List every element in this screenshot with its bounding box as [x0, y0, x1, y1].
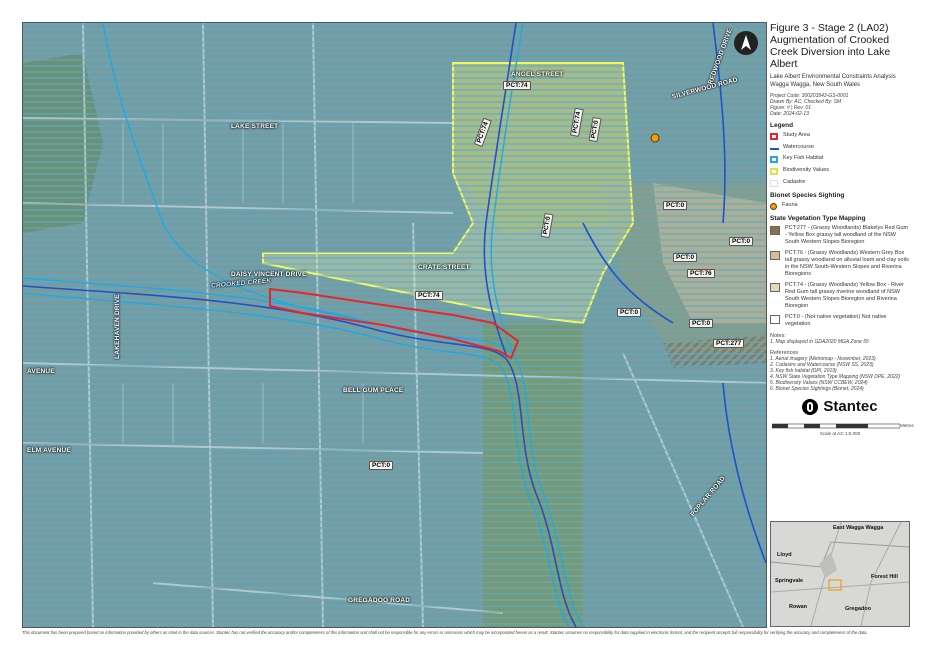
key-fish-habitat-overlay	[23, 23, 766, 627]
inset-place-label: Gregadoo	[845, 606, 871, 612]
scale-units: Metres	[900, 423, 914, 428]
legend-heading: Legend	[770, 122, 794, 129]
pct-label: PCT:74	[415, 291, 443, 300]
pct-label: PCT:0	[673, 253, 698, 262]
pct-label: PCT:277	[713, 339, 745, 348]
bionet-heading: Bionet Species Sighting	[770, 192, 845, 199]
legend-item-cadastre: Cadastre	[770, 179, 910, 187]
street-label: ELM AVENUE	[27, 447, 71, 454]
disclaimer-text: This document has been prepared based on…	[22, 630, 868, 635]
legend-item-study-area: Study Area	[770, 132, 910, 140]
pct-76-swatch	[770, 251, 780, 260]
scale-bar: Metres Scale at A3: 1:5,000	[770, 420, 914, 438]
company-logo: Stantec	[770, 398, 910, 415]
pct-label: PCT:0	[729, 237, 754, 246]
pct-label: PCT:0	[617, 308, 642, 317]
north-arrow-icon	[734, 31, 758, 55]
inset-place-label: Lloyd	[777, 552, 792, 558]
legend-item-pct-76: PCT:76 - (Grassy Woodlands) Western Grey…	[770, 250, 910, 278]
scale-bar-graphic	[772, 423, 900, 429]
legend-item-fauna: Fauna	[770, 202, 910, 210]
street-label: ANGEL STREET	[511, 71, 564, 78]
reference-item: 6. Bionet Species Sightings (Bionet, 202…	[770, 386, 864, 392]
inset-map[interactable]: East Wagga Wagga Lloyd Springvale Forest…	[770, 521, 910, 627]
pct-label: PCT:74	[503, 81, 531, 90]
legend-item-key-fish-habitat: Key Fish Habitat	[770, 155, 910, 163]
street-label: LAKE STREET	[231, 123, 279, 130]
fauna-swatch	[770, 203, 777, 210]
legend-item-watercourse: Watercourse	[770, 144, 910, 151]
key-fish-habitat-swatch	[770, 156, 778, 163]
project-name: Lake Albert Environmental Constraints An…	[770, 74, 896, 80]
pct-label: PCT:0	[369, 461, 394, 470]
note-item: 1. Map displayed in GDA2020 MGA Zone 55	[770, 339, 869, 345]
street-label: LAKEHAVEN DRIVE	[113, 294, 121, 359]
inset-place-label: East Wagga Wagga	[833, 525, 884, 531]
legend-item-biodiversity-values: Biodiversity Values	[770, 167, 910, 175]
figure-date: Date: 2024-02-13	[770, 111, 809, 117]
pct-label: PCT:0	[689, 319, 714, 328]
fauna-sighting-marker[interactable]	[650, 133, 660, 143]
inset-place-label: Forest Hill	[871, 574, 898, 580]
project-location: Wagga Wagga, New South Wales	[770, 81, 861, 88]
inset-place-label: Springvale	[775, 578, 804, 584]
pct-label: PCT:76	[687, 269, 715, 278]
pct-0-swatch	[770, 315, 780, 324]
logo-text: Stantec	[823, 398, 878, 415]
stantec-logo-icon	[802, 398, 819, 415]
map-frame[interactable]: ANGEL STREET SILVERWOOD ROAD LAKE STREET…	[22, 22, 767, 628]
street-label: AVENUE	[27, 368, 55, 375]
watercourse-swatch	[770, 148, 779, 150]
pct-277-swatch	[770, 226, 780, 235]
legend-item-pct-277: PCT:277 - (Grassy Woodlands) Blakelys Re…	[770, 225, 910, 246]
pct-label: PCT:0	[663, 201, 688, 210]
cadastre-swatch	[770, 180, 778, 187]
map-canvas[interactable]	[23, 23, 766, 627]
svtm-heading: State Vegetation Type Mapping	[770, 215, 866, 222]
figure-title: Figure 3 - Stage 2 (LA02) Augmentation o…	[770, 22, 891, 70]
study-area-swatch	[770, 133, 778, 140]
legend-item-pct-74: PCT:74 - (Grassy Woodlands) Yellow Box -…	[770, 282, 910, 310]
scale-caption: Scale at A3: 1:5,000	[819, 431, 861, 436]
biodiversity-swatch	[770, 168, 778, 175]
street-label: GREGADOO ROAD	[348, 597, 411, 604]
pct-74-swatch	[770, 283, 780, 292]
inset-place-label: Rowan	[789, 604, 808, 610]
legend-item-pct-0: PCT:0 - (Not native vegetation) Not nati…	[770, 314, 910, 328]
street-label: BELL GUM PLACE	[343, 387, 404, 394]
inset-extent-box	[828, 579, 842, 591]
street-label: CRATE STREET	[418, 264, 470, 271]
